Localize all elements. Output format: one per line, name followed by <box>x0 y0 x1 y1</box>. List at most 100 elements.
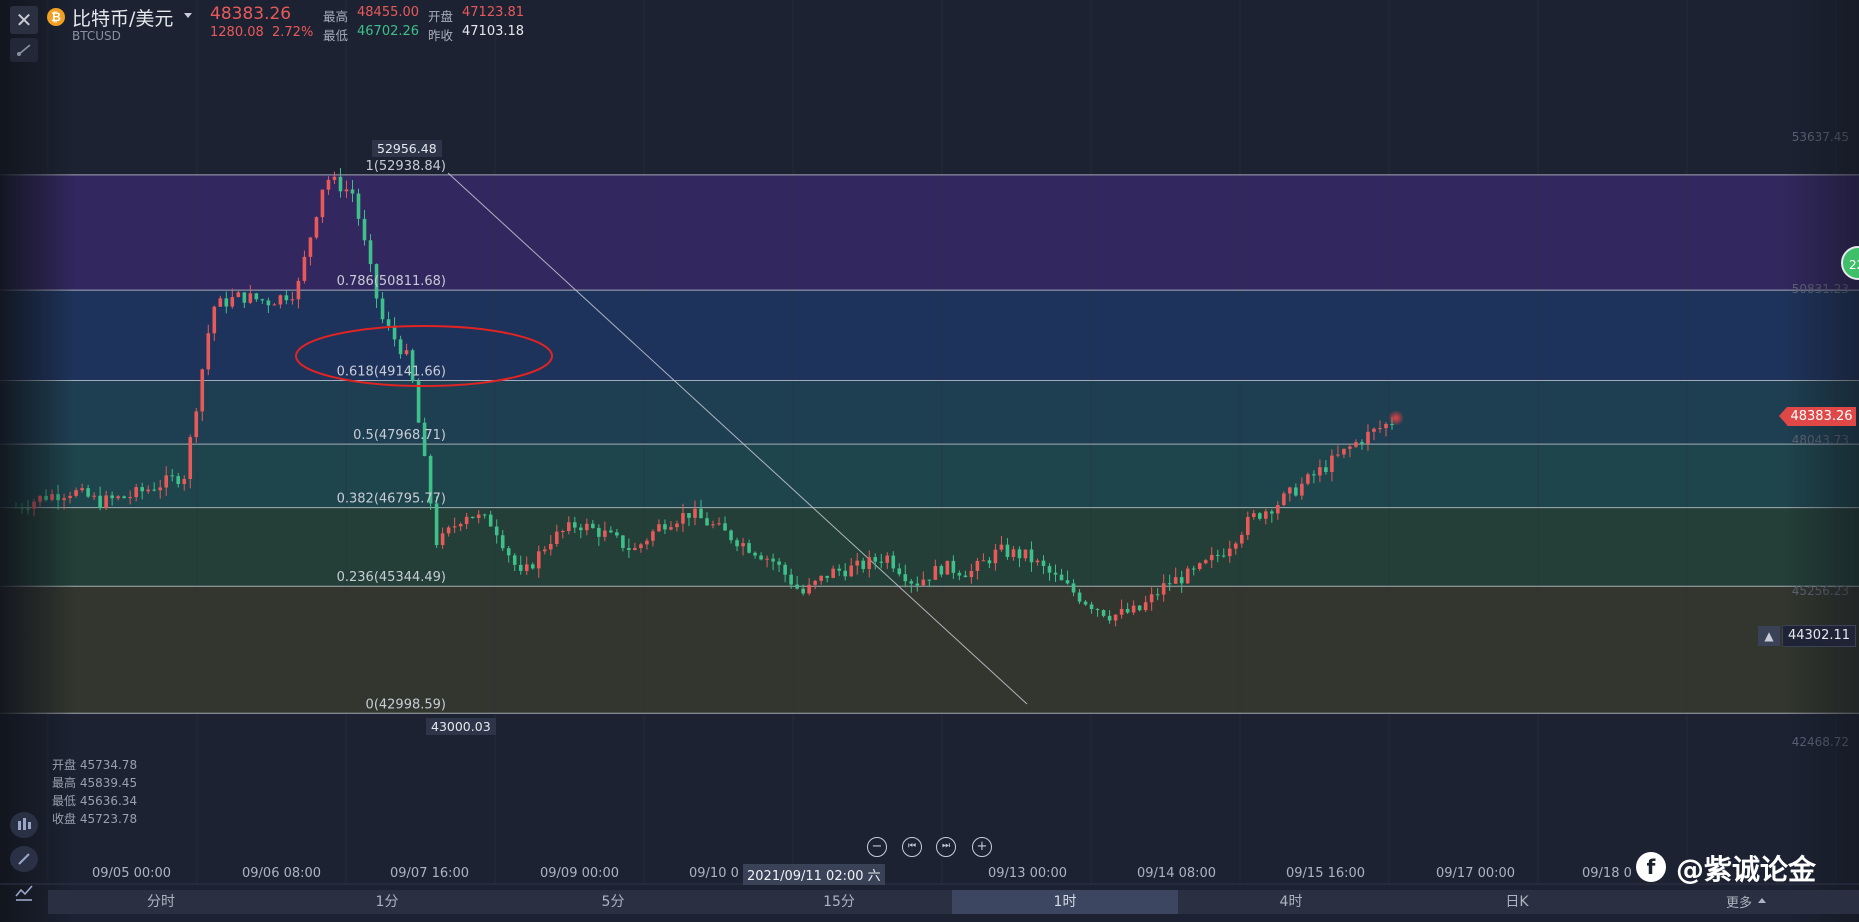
indicator-button[interactable] <box>10 812 38 838</box>
zoom-out-button[interactable]: − <box>867 837 887 857</box>
candle-body <box>452 526 457 528</box>
candle-body <box>909 581 914 584</box>
candle-body <box>771 558 775 562</box>
candle-body <box>849 565 854 577</box>
candle-body <box>44 495 48 500</box>
candle-body <box>542 549 547 552</box>
candle-body <box>314 217 319 238</box>
candle-body <box>1143 602 1148 611</box>
close-button[interactable]: ✕ <box>10 6 38 34</box>
scroll-left-button[interactable]: ⏮ <box>902 837 922 857</box>
candle-body <box>957 572 962 576</box>
candle-body <box>993 549 998 564</box>
candle-body <box>975 560 980 572</box>
pencil-icon <box>18 853 30 865</box>
candle-body <box>104 495 108 508</box>
candle-body <box>440 533 445 546</box>
time-tick-label: 09/13 00:00 <box>988 866 1068 881</box>
candle-body <box>999 544 1004 550</box>
timeframe-bar: 分时 1分 5分 15分 1时 4时 日K <box>48 890 1859 914</box>
instrument-title[interactable]: 比特币/美元 <box>72 4 173 31</box>
chevron-down-icon[interactable] <box>184 13 192 18</box>
candle-body <box>933 566 938 580</box>
candle-body <box>110 495 114 499</box>
candle-body <box>320 189 325 218</box>
candle-body <box>717 523 721 525</box>
more-timeframes-button[interactable]: 更多 <box>1726 892 1752 911</box>
candle-body <box>843 570 848 577</box>
candle-body <box>1264 511 1268 519</box>
candle-body <box>1083 601 1088 605</box>
last-price: 48383.26 <box>210 4 292 24</box>
candle-body <box>302 256 307 281</box>
fib-level-label: 0.5(47968.71) <box>353 428 446 443</box>
candle-body <box>1233 543 1238 549</box>
candle-body <box>1342 448 1346 455</box>
time-tick-label: 09/10 0 <box>689 866 739 881</box>
candle-body <box>326 179 331 190</box>
fib-level-label: 1(52938.84) <box>366 159 446 174</box>
bitcoin-icon: ₿ <box>47 8 65 26</box>
candle-body <box>615 532 619 536</box>
candle-body <box>1384 423 1388 429</box>
candle-body <box>1312 474 1316 476</box>
candle-body <box>1137 605 1142 611</box>
draw-tool-button[interactable] <box>10 38 38 62</box>
candle-body <box>1071 583 1076 593</box>
candle-body <box>206 333 211 370</box>
candle-body <box>819 575 823 581</box>
candle-body <box>1179 577 1184 584</box>
candle-body <box>969 571 974 578</box>
time-tick-label: 09/07 16:00 <box>390 866 470 881</box>
chart-canvas[interactable]: 1(52938.84) 0.786(50811.68) 0.618(49141.66… <box>0 0 1859 922</box>
candle-body <box>482 514 487 516</box>
tf-15min[interactable]: 15分 <box>726 890 952 914</box>
fib-level-label: 0(42998.59) <box>366 697 446 712</box>
candle-body <box>218 298 223 307</box>
candle-body <box>951 560 956 573</box>
bell-icon[interactable]: ▲ <box>1758 626 1780 646</box>
zoom-in-button[interactable]: + <box>972 837 992 857</box>
candle-body <box>747 543 751 553</box>
tf-1hour[interactable]: 1时 <box>952 890 1178 914</box>
tf-daily[interactable]: 日K <box>1404 890 1630 914</box>
candle-body <box>1360 442 1364 444</box>
candle-body <box>1239 534 1244 544</box>
candle-body <box>1149 594 1154 603</box>
candle-body <box>1089 604 1094 610</box>
candle-body <box>867 557 872 569</box>
candle-body <box>621 535 625 549</box>
candle-body <box>350 189 355 194</box>
candle-body <box>1167 583 1172 585</box>
tf-1min[interactable]: 1分 <box>274 890 500 914</box>
candle-body <box>164 475 169 488</box>
candle-body <box>675 523 679 528</box>
candle-body <box>464 516 469 525</box>
time-tick-label: 09/17 00:00 <box>1436 866 1516 881</box>
pen-icon <box>17 44 31 56</box>
candle-body <box>140 487 144 492</box>
chart-type-button[interactable] <box>10 880 38 906</box>
candle-body <box>152 489 157 491</box>
candle-body <box>50 494 54 500</box>
candle-body <box>98 495 102 508</box>
drawing-button[interactable] <box>10 846 38 872</box>
candle-body <box>116 496 120 499</box>
candle-body <box>74 490 78 496</box>
candle-body <box>494 526 499 536</box>
tf-4hour[interactable]: 4时 <box>1178 890 1404 914</box>
candle-body <box>1119 608 1124 615</box>
candle-body <box>639 544 643 549</box>
scroll-right-button[interactable]: ⏭ <box>936 837 956 857</box>
candle-body <box>278 295 283 305</box>
tf-tick[interactable]: 分时 <box>48 890 274 914</box>
candle-body <box>380 298 385 320</box>
high-value: 48455.00 <box>357 5 420 20</box>
watermark-logo-icon: f <box>1636 852 1666 882</box>
candle-body <box>897 568 902 575</box>
candle-body <box>903 574 908 582</box>
candle-body <box>663 524 667 530</box>
alert-price-label[interactable]: 44302.11 <box>1782 625 1856 647</box>
tf-5min[interactable]: 5分 <box>500 890 726 914</box>
candle-body <box>332 176 337 180</box>
